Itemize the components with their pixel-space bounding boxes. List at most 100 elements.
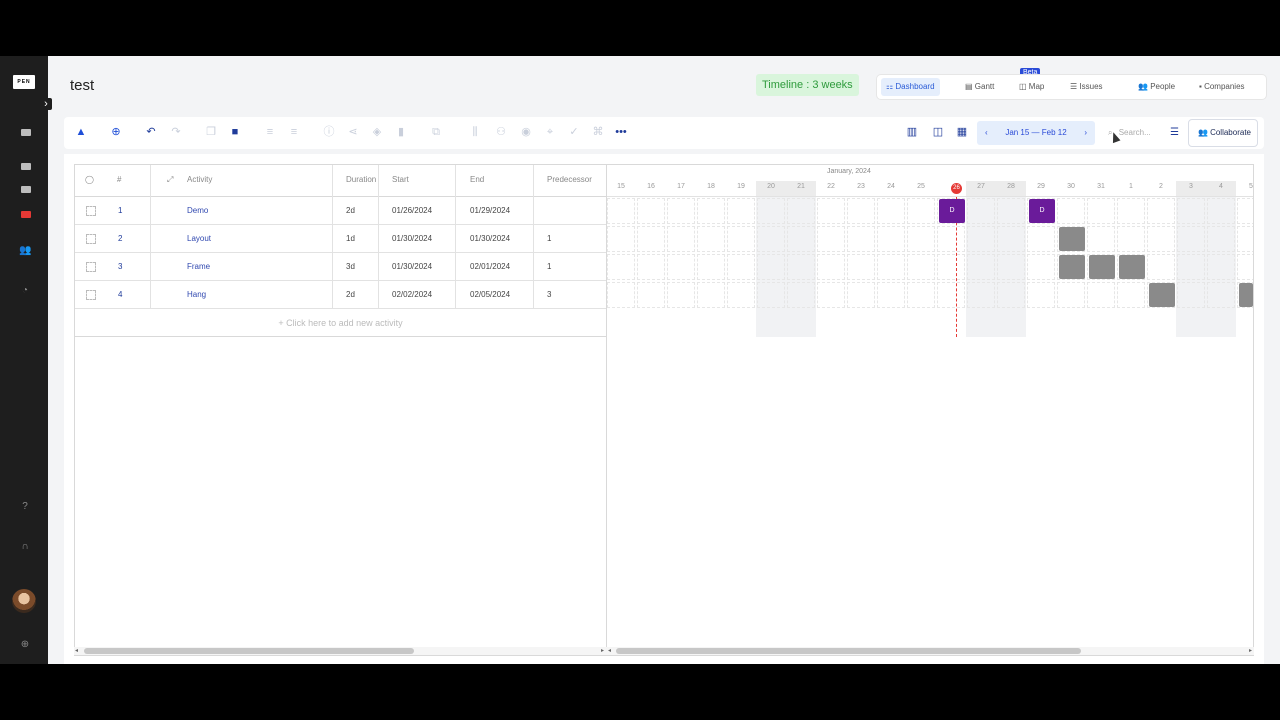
end-date[interactable]: 01/29/2024: [470, 206, 510, 215]
gantt-cell[interactable]: [847, 198, 875, 224]
drag-handle-icon[interactable]: [86, 262, 96, 272]
indent-icon[interactable]: ≡: [263, 125, 277, 139]
duration[interactable]: 1d: [346, 234, 355, 243]
gantt-cell[interactable]: [757, 282, 785, 308]
gantt-cell[interactable]: [877, 282, 905, 308]
table-row[interactable]: 2 Layout 1d 01/30/2024 01/30/2024 1: [75, 225, 606, 253]
predecessor[interactable]: 1: [547, 262, 551, 271]
gantt-cell[interactable]: [847, 254, 875, 280]
gantt-cell[interactable]: [937, 282, 965, 308]
task-bar[interactable]: [1149, 283, 1175, 307]
gantt-cell[interactable]: [967, 282, 995, 308]
gantt-cell[interactable]: [697, 282, 725, 308]
gantt-cell[interactable]: [697, 226, 725, 252]
gantt-cell[interactable]: [817, 226, 845, 252]
tab-companies[interactable]: ▪ Companies: [1194, 78, 1250, 96]
gantt-cell[interactable]: [1147, 254, 1175, 280]
eye-icon[interactable]: ◉: [519, 125, 533, 139]
duration[interactable]: 2d: [346, 206, 355, 215]
info-icon[interactable]: ⓘ: [322, 125, 336, 139]
tab-people[interactable]: 👥 People: [1133, 78, 1180, 96]
gantt-cell[interactable]: [847, 282, 875, 308]
gantt-cell[interactable]: [727, 226, 755, 252]
activity-name[interactable]: Frame: [187, 262, 210, 271]
gantt-cell[interactable]: [727, 282, 755, 308]
gantt-cell[interactable]: [697, 198, 725, 224]
gantt-cell[interactable]: [1117, 226, 1145, 252]
gantt-cell[interactable]: [997, 254, 1025, 280]
gantt-cell[interactable]: [877, 198, 905, 224]
col-start[interactable]: Start: [392, 175, 409, 184]
scroll-left-icon[interactable]: ◂: [608, 647, 611, 655]
collaborate-button[interactable]: 👥 Collaborate: [1188, 119, 1258, 147]
gantt-cell[interactable]: [1237, 198, 1253, 224]
gantt-cell[interactable]: [997, 226, 1025, 252]
project-icon[interactable]: [21, 163, 31, 170]
gantt-cell[interactable]: [937, 226, 965, 252]
tab-gantt[interactable]: ▤ Gantt: [960, 78, 999, 96]
check-icon[interactable]: ✓: [567, 125, 581, 139]
task-bar[interactable]: [1089, 255, 1115, 279]
gantt-cell[interactable]: [1087, 282, 1115, 308]
reports-icon[interactable]: ◔: [19, 286, 31, 296]
start-date[interactable]: 01/30/2024: [392, 262, 432, 271]
gantt-cell[interactable]: [817, 254, 845, 280]
gantt-cell[interactable]: [1177, 254, 1205, 280]
start-date[interactable]: 01/30/2024: [392, 234, 432, 243]
gantt-cell[interactable]: [1117, 282, 1145, 308]
fill-icon[interactable]: ◈: [370, 125, 384, 139]
task-bar[interactable]: [1059, 255, 1085, 279]
activity-name[interactable]: Layout: [187, 234, 211, 243]
table-row[interactable]: 4 Hang 2d 02/02/2024 02/05/2024 3: [75, 281, 606, 309]
gantt-cell[interactable]: [1027, 226, 1055, 252]
gantt-cell[interactable]: [907, 254, 935, 280]
gantt-cell[interactable]: [1057, 198, 1085, 224]
tab-map[interactable]: ◫ Map: [1014, 78, 1049, 96]
activity-name[interactable]: Demo: [187, 206, 208, 215]
drag-handle-icon[interactable]: [86, 206, 96, 216]
end-date[interactable]: 02/05/2024: [470, 290, 510, 299]
task-bar[interactable]: [1239, 283, 1253, 307]
gantt-cell[interactable]: [667, 254, 695, 280]
gantt-cell[interactable]: [1177, 198, 1205, 224]
add-icon[interactable]: ⊕: [109, 125, 123, 139]
gantt-cell[interactable]: [1087, 226, 1115, 252]
col-duration[interactable]: Duration: [346, 175, 376, 184]
add-activity-row[interactable]: + Click here to add new activity: [75, 309, 606, 337]
grid-horizontal-scrollbar[interactable]: ◂ ▸: [74, 647, 606, 655]
tab-dashboard[interactable]: ⚏ Dashboard: [881, 78, 940, 96]
gantt-cell[interactable]: [877, 226, 905, 252]
scroll-right-icon[interactable]: ▸: [601, 647, 604, 655]
tag-icon[interactable]: ⌘: [591, 125, 605, 139]
scroll-thumb[interactable]: [616, 648, 1081, 654]
help-icon[interactable]: ?: [19, 502, 31, 512]
gantt-cell[interactable]: [1087, 198, 1115, 224]
predecessor[interactable]: 3: [547, 290, 551, 299]
gantt-cell[interactable]: [637, 198, 665, 224]
redo-icon[interactable]: ↷: [169, 125, 183, 139]
gantt-cell[interactable]: [1207, 282, 1235, 308]
gantt-cell[interactable]: [607, 282, 635, 308]
gantt-cell[interactable]: [997, 282, 1025, 308]
predecessor[interactable]: 1: [547, 234, 551, 243]
link-icon[interactable]: ⧉: [429, 125, 443, 139]
gantt-cell[interactable]: [727, 254, 755, 280]
share-icon[interactable]: ⋖: [346, 125, 360, 139]
globe-icon[interactable]: ⊕: [19, 640, 31, 650]
gantt-cell[interactable]: [937, 254, 965, 280]
schedule-icon[interactable]: [21, 186, 31, 193]
filter-icon[interactable]: ☰: [1170, 121, 1179, 145]
gantt-cell[interactable]: [1027, 282, 1055, 308]
gantt-cell[interactable]: [967, 254, 995, 280]
tab-issues[interactable]: ☰ Issues: [1065, 78, 1108, 96]
gantt-cell[interactable]: [637, 226, 665, 252]
gantt-cell[interactable]: [667, 226, 695, 252]
gantt-cell[interactable]: [1207, 198, 1235, 224]
gantt-cell[interactable]: [1147, 198, 1175, 224]
gantt-cell[interactable]: [787, 254, 815, 280]
scroll-thumb[interactable]: [84, 648, 414, 654]
gantt-cell[interactable]: [637, 254, 665, 280]
milestone-bar[interactable]: D: [1029, 199, 1055, 223]
folder-icon[interactable]: [21, 129, 31, 136]
gantt-cell[interactable]: [967, 198, 995, 224]
